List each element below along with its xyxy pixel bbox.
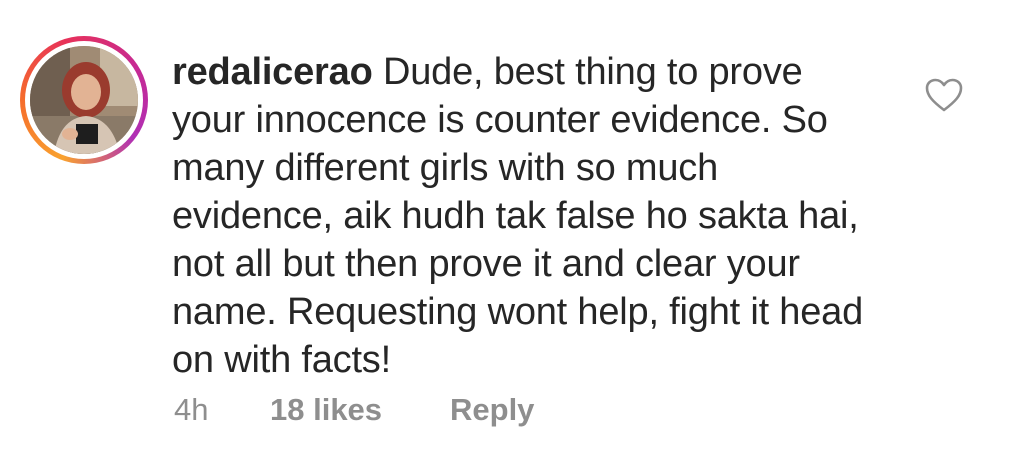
reply-button[interactable]: Reply <box>450 392 534 428</box>
comment-meta: 4h 18 likes Reply <box>174 392 534 428</box>
avatar-ring-gap <box>25 41 143 159</box>
avatar-photo <box>30 46 138 154</box>
avatar[interactable] <box>30 46 138 154</box>
avatar-story-ring[interactable] <box>20 36 148 164</box>
comment-text: Dude, best thing to prove your innocence… <box>172 51 864 381</box>
comment-timestamp: 4h <box>174 392 209 427</box>
heart-outline-icon[interactable] <box>924 77 964 113</box>
comment-item: redalicerao Dude, best thing to prove yo… <box>0 0 1024 460</box>
comment-likes-count[interactable]: 18 likes <box>270 392 450 428</box>
comment-body: redalicerao Dude, best thing to prove yo… <box>172 48 872 384</box>
comment-username[interactable]: redalicerao <box>172 51 373 93</box>
